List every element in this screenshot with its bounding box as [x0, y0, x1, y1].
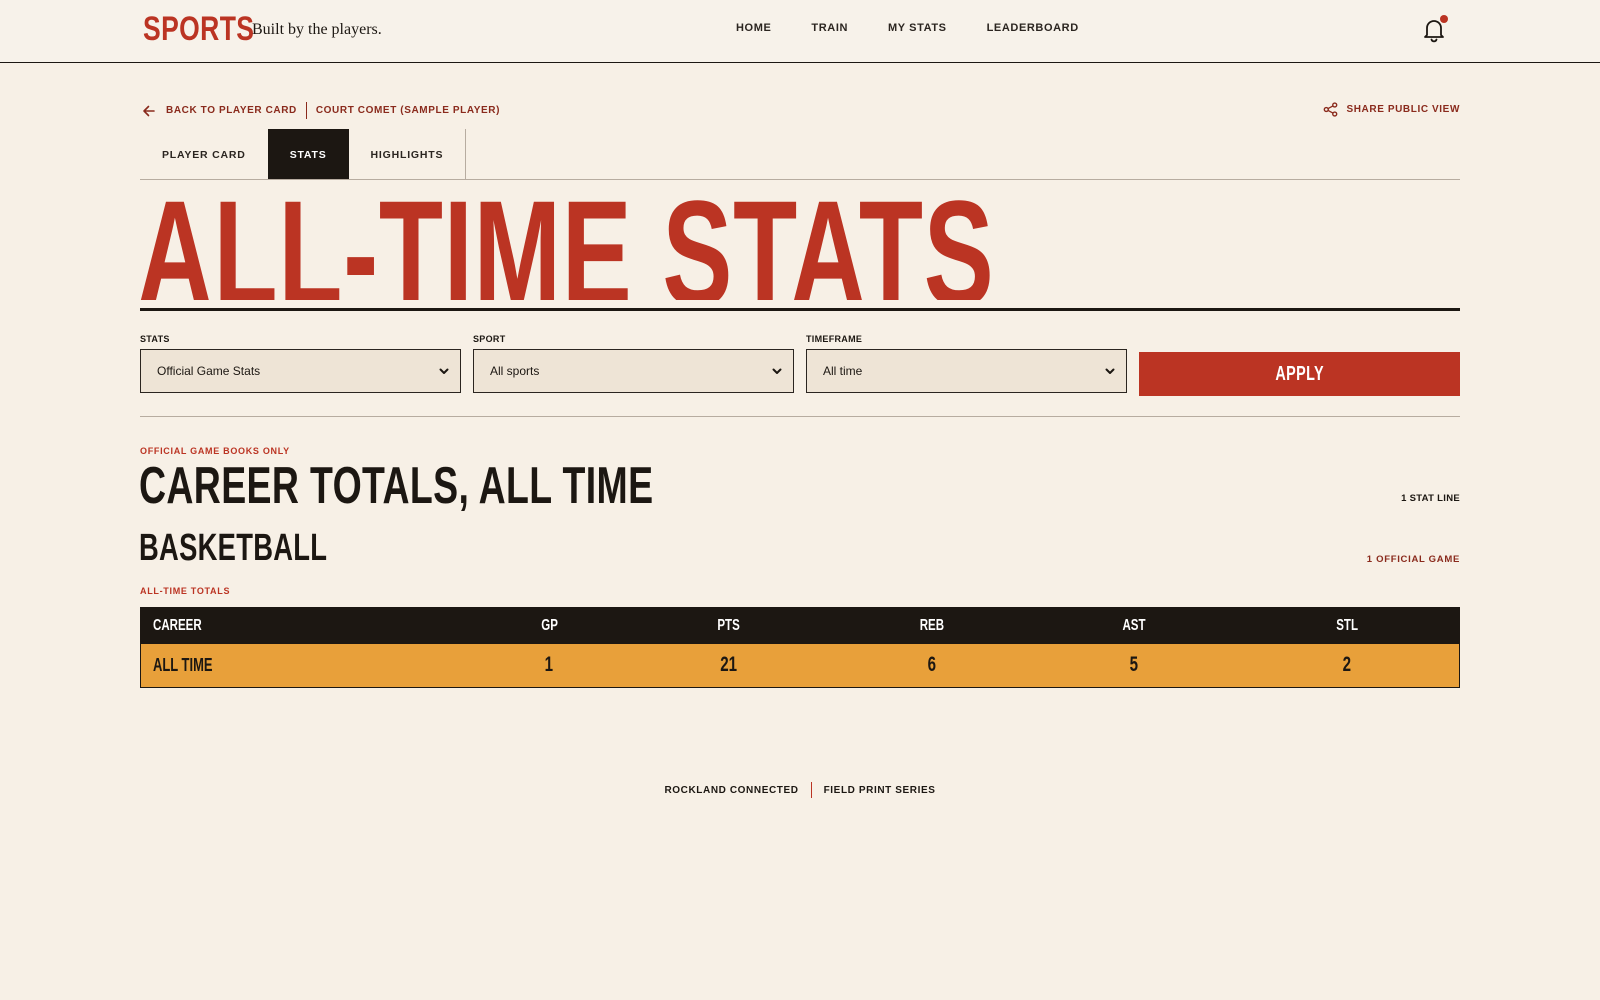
timeframe-filter: TIMEFRAME All time [806, 334, 1127, 393]
timeframe-select[interactable]: All time [806, 349, 1127, 393]
column-header-reb: REB [829, 607, 1033, 644]
tab-stats[interactable]: STATS [267, 129, 349, 180]
cell-reb: 6 [829, 643, 1033, 688]
column-header-career: CAREER [140, 607, 471, 644]
sport-filter: SPORT All sports [473, 334, 794, 393]
timeframe-select-value: All time [823, 364, 863, 378]
stat-line-count: 1 STAT LINE [1401, 493, 1460, 504]
tab-player-card[interactable]: PLAYER CARD [140, 129, 268, 180]
arrow-left-icon[interactable] [142, 104, 156, 118]
share-icon [1324, 102, 1338, 117]
cell-ast: 5 [1032, 643, 1235, 688]
column-header-stl: STL [1234, 607, 1460, 644]
nav-item-home[interactable]: HOME [736, 22, 771, 34]
tab-highlights[interactable]: HIGHLIGHTS [349, 129, 466, 180]
stats-filter-label: STATS [140, 334, 170, 344]
chevron-down-icon [1105, 368, 1115, 374]
sport-select-value: All sports [490, 364, 540, 378]
nav-item-train[interactable]: TRAIN [811, 22, 848, 34]
player-name-link[interactable]: COURT COMET (SAMPLE PLAYER) [316, 105, 500, 116]
breadcrumb: BACK TO PLAYER CARD COURT COMET (SAMPLE … [142, 102, 500, 119]
apply-button[interactable]: APPLY [1139, 352, 1460, 396]
cell-career: ALL TIME [140, 643, 471, 688]
nav-item-leaderboard[interactable]: LEADERBOARD [987, 22, 1079, 34]
career-heading: CAREER TOTALS, ALL TIME [139, 457, 654, 515]
tabs-divider [465, 129, 467, 180]
notification-badge [1440, 15, 1448, 23]
chevron-down-icon [772, 368, 782, 374]
share-label: SHARE PUBLIC VIEW [1346, 104, 1460, 115]
totals-label: ALL-TIME TOTALS [140, 586, 231, 596]
top-navigation-bar: SPORTS Built by the players. HOME TRAIN … [0, 0, 1600, 63]
cell-gp: 1 [470, 643, 629, 688]
main-nav: HOME TRAIN MY STATS LEADERBOARD [736, 22, 1119, 34]
page-title-wrap: ALL-TIME STATS [137, 176, 1137, 300]
footer-divider [810, 782, 812, 798]
brand-tagline: Built by the players. [252, 21, 382, 38]
share-public-view-button[interactable]: SHARE PUBLIC VIEW [1323, 102, 1460, 117]
sports-logo[interactable]: SPORTS [143, 10, 254, 49]
column-header-ast: AST [1032, 607, 1235, 644]
cell-stl: 2 [1234, 643, 1460, 688]
sport-filter-label: SPORT [473, 334, 506, 344]
stats-select[interactable]: Official Game Stats [140, 349, 461, 393]
filters-divider [140, 416, 1460, 417]
back-to-player-card-link[interactable]: BACK TO PLAYER CARD [166, 105, 297, 116]
stats-filter: STATS Official Game Stats [140, 334, 461, 393]
column-header-pts: PTS [628, 607, 830, 644]
footer-rockland-link[interactable]: ROCKLAND CONNECTED [664, 785, 798, 796]
footer-field-print-link[interactable]: FIELD PRINT SERIES [824, 785, 936, 796]
official-games-count: 1 OFFICIAL GAME [1366, 554, 1460, 565]
breadcrumb-divider [305, 102, 307, 119]
timeframe-filter-label: TIMEFRAME [806, 334, 863, 344]
nav-item-my-stats[interactable]: MY STATS [888, 22, 947, 34]
footer: ROCKLAND CONNECTED FIELD PRINT SERIES [0, 782, 1600, 798]
page-title: ALL-TIME STATS [137, 176, 995, 300]
stats-select-value: Official Game Stats [157, 364, 261, 378]
apply-button-label: APPLY [1275, 362, 1324, 385]
profile-tabs: PLAYER CARD STATS HIGHLIGHTS [140, 129, 467, 180]
chevron-down-icon [439, 368, 449, 374]
section-kicker: OFFICIAL GAME BOOKS ONLY [140, 446, 290, 456]
cell-pts: 21 [628, 643, 830, 688]
column-header-gp: GP [470, 607, 629, 644]
career-stats-table: CAREER GP PTS REB AST STL ALL TIME 1 21 … [140, 607, 1460, 688]
sport-heading: BASKETBALL [139, 527, 328, 569]
sport-select[interactable]: All sports [473, 349, 794, 393]
table-row: ALL TIME 1 21 6 5 2 [140, 643, 1460, 688]
title-divider [140, 308, 1460, 311]
table-header-row: CAREER GP PTS REB AST STL [140, 607, 1460, 644]
